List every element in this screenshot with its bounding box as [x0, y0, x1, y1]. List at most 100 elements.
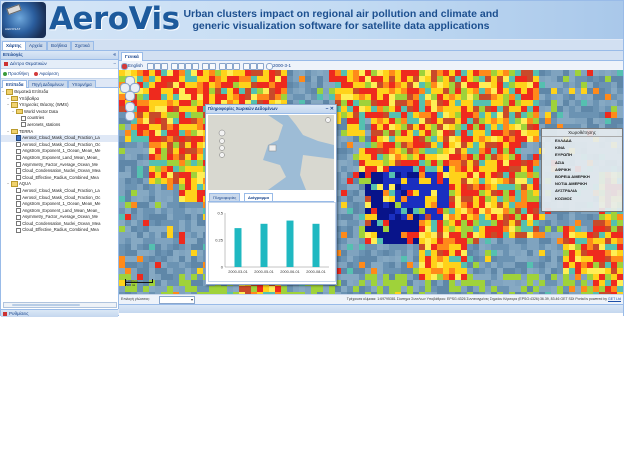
full-extent-icon[interactable] [178, 63, 185, 70]
tree-layer[interactable]: Cloud_Condensation_Nuclei_Ocean_Mea [1, 168, 118, 175]
tree-folder[interactable]: − AQUA [1, 181, 118, 188]
tree-folder[interactable]: − World Vector Data [1, 109, 118, 116]
pan-zoom-control[interactable] [120, 76, 140, 121]
layer-checkbox[interactable] [16, 194, 22, 200]
tab-layers[interactable]: Επίπεδα [2, 80, 28, 88]
get-ltd-link[interactable]: GET Ltd [608, 297, 621, 301]
tab-data-source[interactable]: Πηγή Δεδομένων [28, 80, 68, 88]
tab-general[interactable]: Γενικά [121, 52, 143, 61]
tree-layer[interactable]: Asymmetry_Factor_Average_Ocean_Me [1, 214, 118, 221]
measure-icon[interactable] [209, 63, 216, 70]
legend-item[interactable]: ΒΟΡΕΙΑ ΑΜΕΡΙΚΗ [542, 173, 622, 180]
tree-folder[interactable]: − TERRA [1, 129, 118, 136]
left-panel: Επιλογές « Δέντρο Θεματικών – Προσθήκη Α… [1, 51, 119, 309]
layer-checkbox[interactable] [16, 207, 22, 214]
spatial-info-popup[interactable]: Πληροφορίες Χωρικών Δεδομένων – ✕ Πληροφ… [205, 104, 337, 285]
add-layer-button[interactable]: Προσθήκη [3, 69, 29, 78]
map-canvas[interactable]: Χωροθέτησης ΕΛΛΑΔΑ ΚΙΝΑ ΕΥΡΩΠΗ ΑΣΙΑ ΑΦΡΙΚΗ ΒΟ… [119, 70, 623, 294]
tab-legend[interactable]: Υπομνήμα [68, 80, 96, 88]
tree-layer[interactable]: Angstrom_Exponent_Land_Mean_Mean_ [1, 208, 118, 215]
tree-layer[interactable]: Angstrom_Exponent_1_Ocean_Mean_Me [1, 201, 118, 208]
scroll-thumb[interactable] [12, 303, 80, 306]
legend-item[interactable]: ΑΣΙΑ [542, 159, 622, 166]
overview-map[interactable] [208, 115, 334, 190]
layer-checkbox[interactable] [16, 168, 22, 174]
tree-folder[interactable]: − Θεματικά Επίπεδα [1, 89, 118, 96]
bar[interactable] [260, 223, 268, 267]
bar[interactable] [312, 223, 320, 267]
layer-checkbox[interactable] [16, 221, 22, 227]
tree-layer[interactable]: Aerosol_Cloud_Mask_Cloud_Fraction_La [1, 188, 118, 195]
layer-checkbox[interactable] [21, 115, 27, 121]
logo-caption: AEROSAT [5, 27, 21, 31]
select-icon[interactable] [226, 63, 233, 70]
clear-icon[interactable] [233, 63, 240, 70]
popup-close-icon[interactable]: – ✕ [326, 105, 334, 113]
pan-icon[interactable] [161, 63, 168, 70]
tree-layer[interactable]: Aerosol_Cloud_Mask_Cloud_Fraction_La [1, 135, 118, 142]
nav-tab-help[interactable]: Βοήθεια [47, 41, 72, 50]
export-icon[interactable] [257, 63, 264, 70]
save-icon[interactable] [243, 63, 250, 70]
area-icon[interactable] [219, 63, 226, 70]
folder-icon [16, 108, 23, 115]
tree-folder[interactable]: − Υπηρεσίες Θέασης (WMS) [1, 102, 118, 109]
tree-layer[interactable]: Cloud_Effective_Radius_Combined_Mea [1, 227, 118, 234]
layer-checkbox[interactable] [16, 142, 22, 148]
layer-checkbox[interactable] [16, 201, 22, 207]
collapse-icon[interactable]: « [113, 51, 116, 59]
layer-checkbox[interactable] [16, 214, 22, 220]
tab-chart[interactable]: Διάγραμμα [244, 193, 273, 201]
layer-checkbox[interactable] [16, 188, 22, 194]
legend-item[interactable]: ΚΙΝΑ [542, 144, 622, 151]
toolbar-date[interactable]: 2000-3-1 [273, 61, 291, 70]
nav-tab-map[interactable]: Χάρτης [2, 41, 26, 50]
layer-checkbox[interactable] [16, 227, 22, 233]
horizontal-scrollbar[interactable] [3, 302, 117, 308]
next-view-icon[interactable] [192, 63, 199, 70]
language-select[interactable]: ▾ [159, 296, 195, 304]
tree-layer[interactable]: Aerosol_Cloud_Mask_Cloud_Fraction_Oc [1, 142, 118, 149]
tree-layer[interactable]: Aerosol_Cloud_Mask_Cloud_Fraction_Oc [1, 195, 118, 202]
calendar-icon[interactable] [266, 63, 273, 70]
layer-checkbox[interactable] [16, 135, 22, 141]
tree-layer[interactable]: countries [1, 115, 118, 122]
tree-layer[interactable]: Asymmetry_Factor_Average_Ocean_Me [1, 162, 118, 169]
layer-checkbox[interactable] [16, 155, 22, 161]
legend-item[interactable]: ΝΟΤΙΑ ΑΜΕΡΙΚΗ [542, 180, 622, 187]
legend-item[interactable]: ΑΦΡΙΚΗ [542, 166, 622, 173]
tree-layer[interactable]: Angstrom_Exponent_Land_Mean_Mean_ [1, 155, 118, 162]
toolbar-language[interactable]: English [128, 61, 143, 70]
nav-tab-files[interactable]: Αρχεία [25, 41, 47, 50]
pan-down-icon[interactable] [125, 91, 135, 101]
remove-layer-button[interactable]: Αφαίρεση [34, 69, 59, 78]
language-flag-icon[interactable] [121, 63, 128, 70]
layer-checkbox[interactable] [16, 161, 22, 168]
zoom-box-icon[interactable] [171, 63, 178, 70]
zoom-in-icon[interactable] [147, 63, 154, 70]
tree-layer[interactable]: Angstrom_Exponent_1_Ocean_Mean_Me [1, 148, 118, 155]
previous-view-icon[interactable] [185, 63, 192, 70]
print-icon[interactable] [250, 63, 257, 70]
layer-checkbox[interactable] [16, 148, 22, 154]
minimize-icon[interactable]: – [113, 60, 116, 68]
info-icon[interactable] [202, 63, 209, 70]
legend-item[interactable]: ΑΥΣΤΡΑΛΙΑ [542, 187, 622, 194]
nav-tab-about[interactable]: Σχετικά [71, 41, 94, 50]
bar[interactable] [286, 220, 294, 267]
tree-node-label: Asymmetry_Factor_Average_Ocean_Me [22, 161, 98, 167]
tree-layer[interactable]: Cloud_Effective_Radius_Combined_Mea [1, 175, 118, 182]
tree-folder[interactable]: − Υπόβαθρα [1, 96, 118, 103]
legend-item[interactable]: ΕΛΛΑΔΑ [542, 137, 622, 144]
zoom-out-icon[interactable] [154, 63, 161, 70]
legend-item[interactable]: ΚΟΣΜΟΣ [542, 195, 622, 202]
settings-header[interactable]: Ρυθμίσεις [1, 309, 118, 317]
layer-checkbox[interactable] [16, 175, 22, 181]
layer-checkbox[interactable] [21, 122, 27, 128]
tab-information[interactable]: Πληροφορίες [209, 193, 241, 201]
bar[interactable] [234, 228, 242, 267]
tree-layer[interactable]: Cloud_Condensation_Nuclei_Ocean_Mea [1, 221, 118, 228]
zoom-out-map-icon[interactable] [125, 111, 135, 121]
tree-layer[interactable]: aeronets_stations [1, 122, 118, 129]
legend-item[interactable]: ΕΥΡΩΠΗ [542, 151, 622, 158]
